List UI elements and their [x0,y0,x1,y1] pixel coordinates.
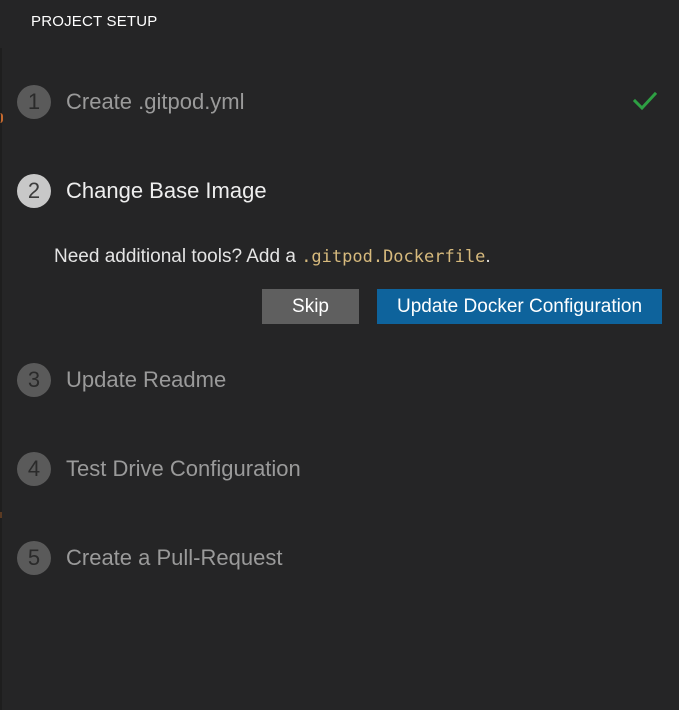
step-number-badge: 1 [17,85,51,119]
dockerfile-name: .gitpod.Dockerfile [301,247,486,267]
step-number-badge: 4 [17,452,51,486]
step-description: Need additional tools? Add a .gitpod.Doc… [54,246,491,268]
step-test-drive-configuration[interactable]: 4 Test Drive Configuration [0,445,679,493]
step-label: Create a Pull-Request [66,545,283,570]
step-number-badge: 2 [17,174,51,208]
project-setup-panel: PROJECT SETUP 1 Create .gitpod.yml 2 Cha… [0,0,679,710]
gutter-marker [0,512,2,518]
description-text: Need additional tools? Add a [54,246,302,267]
step-label: Update Readme [66,367,227,392]
panel-header: PROJECT SETUP [0,0,679,46]
step-update-readme[interactable]: 3 Update Readme [0,356,679,404]
step-number-badge: 5 [17,541,51,575]
panel-title: PROJECT SETUP [31,13,158,30]
skip-button[interactable]: Skip [262,289,359,324]
step-label: Create .gitpod.yml [66,89,245,114]
step-change-base-image[interactable]: 2 Change Base Image [0,167,679,215]
description-period: . [485,246,491,267]
check-icon [633,91,657,111]
step-create-gitpod-yml[interactable]: 1 Create .gitpod.yml [0,78,679,126]
step-create-pull-request[interactable]: 5 Create a Pull-Request [0,534,679,582]
step-number-badge: 3 [17,363,51,397]
step-label: Test Drive Configuration [66,456,301,481]
update-docker-configuration-button[interactable]: Update Docker Configuration [377,289,662,324]
step-label: Change Base Image [66,178,267,203]
